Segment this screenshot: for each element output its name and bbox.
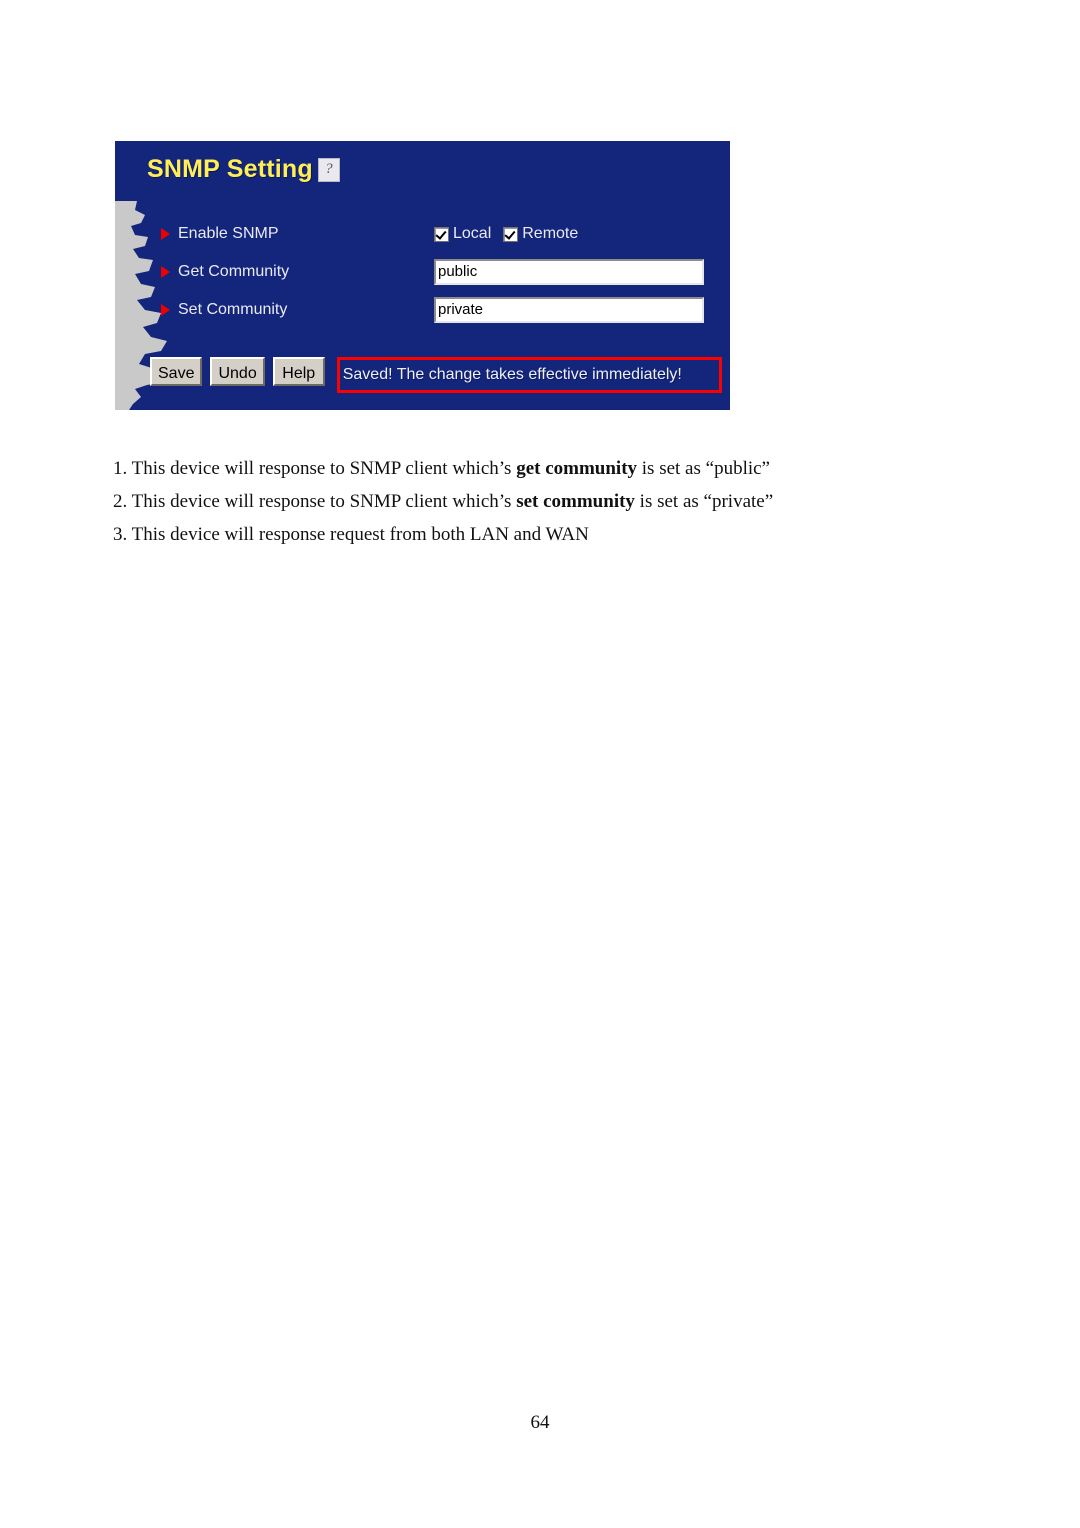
label-text: Set Community xyxy=(178,301,288,318)
save-button[interactable]: Save xyxy=(150,357,203,386)
note-3-prefix: 3. This device will response request fro… xyxy=(113,524,589,545)
page-title: SNMP Setting xyxy=(147,155,313,183)
red-triangle-bullet-icon xyxy=(161,304,170,316)
label-text: Get Community xyxy=(178,263,290,280)
checkbox-group-enable-snmp: Local Remote xyxy=(434,221,578,247)
note-1-prefix: 1. This device will response to SNMP cli… xyxy=(113,458,517,479)
checkbox-local[interactable]: Local xyxy=(434,226,491,242)
checkbox-remote[interactable]: Remote xyxy=(503,226,578,242)
note-item-2: 2. This device will response to SNMP cli… xyxy=(113,485,973,518)
form-row-get-community: Get Community public xyxy=(115,259,730,297)
checkbox-remote-label: Remote xyxy=(522,225,579,242)
form-row-enable-snmp: Enable SNMP Local Remote xyxy=(115,221,730,259)
checkbox-checked-icon[interactable] xyxy=(503,226,519,242)
note-2-prefix: 2. This device will response to SNMP cli… xyxy=(113,491,517,512)
snmp-setting-panel: SNMP Setting ? Enable SNMP Local Remote xyxy=(115,141,730,410)
label-get-community: Get Community xyxy=(161,259,289,285)
status-message-box: Saved! The change takes effective immedi… xyxy=(336,357,722,393)
notes-list: 1. This device will response to SNMP cli… xyxy=(113,452,973,551)
checkbox-checked-icon[interactable] xyxy=(434,226,449,242)
field-set-community: private xyxy=(434,297,704,323)
label-set-community: Set Community xyxy=(161,297,287,323)
red-triangle-bullet-icon xyxy=(161,228,170,240)
field-get-community: public xyxy=(434,259,704,285)
note-2-suffix: is set as “private” xyxy=(634,491,774,512)
note-1-bold: get community xyxy=(516,458,638,479)
status-message-text: Saved! The change takes effective immedi… xyxy=(342,366,682,383)
checkbox-local-label: Local xyxy=(453,225,492,242)
form-row-set-community: Set Community private xyxy=(115,297,730,335)
red-triangle-bullet-icon xyxy=(161,266,170,278)
note-item-1: 1. This device will response to SNMP cli… xyxy=(113,452,973,485)
note-1-suffix: is set as “public” xyxy=(637,458,770,479)
panel-title-row: SNMP Setting ? xyxy=(147,157,340,182)
note-item-3: 3. This device will response request fro… xyxy=(113,518,973,551)
set-community-input[interactable]: private xyxy=(434,297,704,323)
label-text: Enable SNMP xyxy=(178,225,279,242)
note-2-bold: set community xyxy=(516,491,635,512)
question-mark-icon[interactable]: ? xyxy=(317,157,340,182)
undo-button[interactable]: Undo xyxy=(210,357,265,386)
label-enable-snmp: Enable SNMP xyxy=(161,221,279,247)
panel-action-bar: Save Undo Help Saved! The change takes e… xyxy=(150,357,722,393)
page-number: 64 xyxy=(530,1412,550,1433)
field-enable-snmp: Local Remote xyxy=(434,221,578,247)
help-button[interactable]: Help xyxy=(272,357,325,386)
snmp-form: Enable SNMP Local Remote Get Community p… xyxy=(115,221,730,335)
get-community-input[interactable]: public xyxy=(434,259,704,285)
